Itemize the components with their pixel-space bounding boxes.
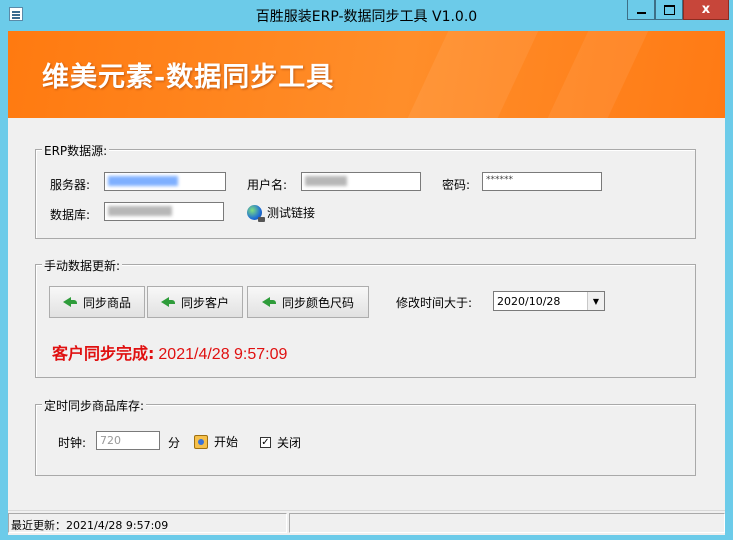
sync-color-size-button[interactable]: 同步颜色尺码 (247, 286, 369, 318)
client-area: 维美元素-数据同步工具 ERP数据源: 服务器: 用户名: 密码: ******… (8, 31, 725, 535)
database-input[interactable] (104, 202, 224, 221)
dropdown-arrow-icon[interactable]: ▼ (587, 292, 604, 310)
close-icon: x (701, 2, 711, 17)
start-label: 开始 (214, 435, 239, 449)
maximize-icon (663, 4, 675, 15)
sync-customers-label: 同步客户 (180, 295, 229, 310)
banner-title: 维美元素-数据同步工具 (42, 62, 335, 93)
username-label: 用户名: (247, 178, 288, 192)
database-label: 数据库: (50, 208, 91, 222)
banner: 维美元素-数据同步工具 (8, 31, 725, 118)
checkbox-checked-icon[interactable]: ✓ (260, 437, 271, 448)
last-update-status: 最近更新：2021/4/28 9:57:09 (8, 513, 287, 533)
erp-source-legend: ERP数据源: (42, 142, 110, 159)
modified-after-label: 修改时间大于: (396, 296, 473, 310)
interval-input[interactable]: 720 (96, 431, 160, 450)
close-button[interactable]: x (683, 0, 729, 20)
close-checkbox-label: 关闭 (277, 436, 302, 450)
sync-products-label: 同步商品 (82, 295, 131, 310)
minimize-button[interactable] (627, 0, 655, 20)
minimize-icon (636, 12, 646, 14)
status-panel-empty (289, 513, 725, 533)
clock-label: 时钟: (58, 436, 87, 450)
sync-color-size-label: 同步颜色尺码 (281, 295, 354, 310)
green-arrow-left-icon (160, 295, 177, 309)
sync-status-time: 2021/4/28 9:57:09 (158, 346, 288, 363)
server-label: 服务器: (50, 178, 91, 192)
sync-customers-button[interactable]: 同步客户 (147, 286, 243, 318)
title-bar: 百胜服装ERP-数据同步工具 V1.0.0 x (0, 0, 733, 31)
green-arrow-left-icon (62, 295, 79, 309)
start-icon (194, 434, 208, 449)
green-arrow-left-icon (261, 295, 278, 309)
minutes-unit-label: 分 (168, 436, 181, 450)
sync-status-text: 客户同步完成: (52, 344, 155, 363)
server-input[interactable] (104, 172, 226, 191)
username-input[interactable] (301, 172, 421, 191)
test-connection-label: 测试链接 (267, 206, 316, 220)
maximize-button[interactable] (655, 0, 683, 20)
modified-after-value: 2020/10/28 (497, 295, 561, 308)
status-bar: 最近更新：2021/4/28 9:57:09 (8, 510, 725, 535)
globe-icon (247, 205, 265, 222)
sync-status-message: 客户同步完成: 2021/4/28 9:57:09 (52, 340, 287, 364)
sync-products-button[interactable]: 同步商品 (49, 286, 145, 318)
password-label: 密码: (442, 178, 471, 192)
test-connection-link[interactable]: 测试链接 (247, 204, 316, 222)
password-input[interactable]: ****** (482, 172, 602, 191)
window-title: 百胜服装ERP-数据同步工具 V1.0.0 (255, 9, 478, 25)
erp-source-group: ERP数据源: (35, 142, 696, 239)
scheduled-sync-legend: 定时同步商品库存: (42, 397, 147, 414)
modified-after-date-picker[interactable]: 2020/10/28 ▼ (493, 291, 605, 311)
start-button[interactable]: 开始 (194, 433, 238, 450)
manual-update-legend: 手动数据更新: (42, 257, 123, 274)
close-checkbox[interactable]: ✓ 关闭 (260, 434, 301, 451)
